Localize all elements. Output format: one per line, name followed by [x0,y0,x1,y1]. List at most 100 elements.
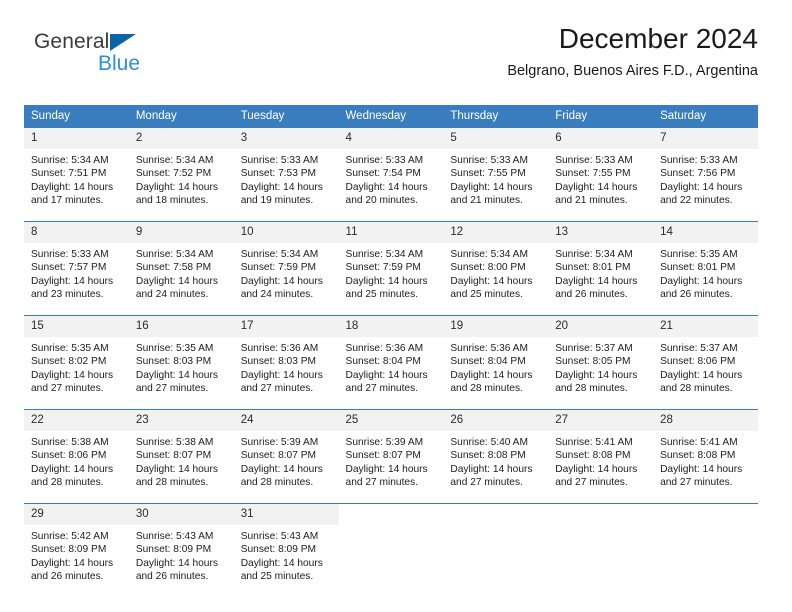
day-info: Sunrise: 5:36 AM Sunset: 8:04 PM Daylight:… [443,337,548,395]
calendar-day-cell[interactable]: 24 Sunrise: 5:39 AM Sunset: 8:07 PM Dayligh… [233,409,339,494]
calendar-day-cell[interactable]: 15 Sunrise: 5:35 AM Sunset: 8:02 PM Dayligh… [24,315,129,400]
calendar-day-cell[interactable]: 4 Sunrise: 5:33 AM Sunset: 7:54 PM Daylight… [338,127,444,212]
calendar-day-cell[interactable]: 12 Sunrise: 5:34 AM Sunset: 8:00 PM Dayligh… [443,221,549,306]
day-info [443,525,548,530]
daylight-text-line2: and 28 minutes. [240,476,314,488]
day-number: 12 [443,222,549,243]
daylight-text-line1: Daylight: 14 hours [240,181,323,193]
calendar-day-cell[interactable]: 9 Sunrise: 5:34 AM Sunset: 7:58 PM Daylight… [128,221,234,306]
calendar-day-cell[interactable]: 17 Sunrise: 5:36 AM Sunset: 8:03 PM Dayligh… [233,315,339,400]
day-number [653,504,758,525]
daylight-text-line1: Daylight: 14 hours [345,181,428,193]
calendar-day-cell[interactable]: 22 Sunrise: 5:38 AM Sunset: 8:06 PM Dayligh… [24,409,129,494]
day-cell-inner: 15 Sunrise: 5:35 AM Sunset: 8:02 PM Dayligh… [24,316,129,400]
day-info: Sunrise: 5:34 AM Sunset: 8:01 PM Daylight:… [548,243,653,301]
calendar-day-cell[interactable]: 3 Sunrise: 5:33 AM Sunset: 7:53 PM Daylight… [233,127,339,212]
sunset-text: Sunset: 8:08 PM [660,450,736,462]
calendar-day-cell[interactable]: 25 Sunrise: 5:39 AM Sunset: 8:07 PM Dayligh… [338,409,444,494]
sunset-text: Sunset: 7:55 PM [555,168,631,180]
daylight-text-line1: Daylight: 14 hours [31,557,114,569]
sunset-text: Sunset: 7:52 PM [135,168,212,180]
calendar-day-cell[interactable]: 31 Sunrise: 5:43 AM Sunset: 8:09 PM Dayligh… [233,503,339,588]
day-number: 21 [653,316,758,337]
daylight-text-line2: and 19 minutes. [240,194,314,206]
day-info: Sunrise: 5:35 AM Sunset: 8:03 PM Daylight:… [129,337,234,395]
calendar-day-cell[interactable]: 20 Sunrise: 5:37 AM Sunset: 8:05 PM Dayligh… [548,315,654,400]
day-cell-inner [548,504,654,588]
day-number: 19 [443,316,549,337]
calendar-body: 1 Sunrise: 5:34 AM Sunset: 7:51 PM Daylight… [24,127,758,588]
weekday-header-row: Sunday Monday Tuesday Wednesday Thursday… [24,105,758,128]
calendar-day-cell[interactable]: 19 Sunrise: 5:36 AM Sunset: 8:04 PM Dayligh… [443,315,549,400]
calendar-day-cell[interactable]: 16 Sunrise: 5:35 AM Sunset: 8:03 PM Dayligh… [128,315,234,400]
day-cell-inner: 14 Sunrise: 5:35 AM Sunset: 8:01 PM Dayligh… [653,222,758,306]
day-cell-inner: 1 Sunrise: 5:34 AM Sunset: 7:51 PM Daylight… [24,128,129,212]
day-number: 15 [24,316,129,337]
day-info: Sunrise: 5:35 AM Sunset: 8:02 PM Daylight:… [24,337,129,395]
sunrise-text: Sunrise: 5:43 AM [135,531,214,542]
sunrise-text: Sunrise: 5:38 AM [135,437,214,448]
daylight-text-line2: and 24 minutes. [240,288,314,300]
day-cell-inner: 20 Sunrise: 5:37 AM Sunset: 8:05 PM Dayligh… [548,316,654,400]
day-cell-inner: 30 Sunrise: 5:43 AM Sunset: 8:09 PM Dayligh… [128,504,234,588]
sunrise-text: Sunrise: 5:35 AM [31,343,109,354]
calendar-day-cell[interactable]: 7 Sunrise: 5:33 AM Sunset: 7:56 PM Daylight… [653,127,758,212]
daylight-text-line1: Daylight: 14 hours [135,181,218,193]
calendar-day-cell[interactable]: 18 Sunrise: 5:36 AM Sunset: 8:04 PM Dayligh… [338,315,444,400]
day-number: 23 [128,410,234,431]
daylight-text-line2: and 25 minutes. [450,288,523,300]
calendar-day-cell[interactable]: 27 Sunrise: 5:41 AM Sunset: 8:08 PM Dayligh… [548,409,654,494]
calendar-day-cell[interactable]: 30 Sunrise: 5:43 AM Sunset: 8:09 PM Dayligh… [128,503,234,588]
calendar-day-cell[interactable]: 10 Sunrise: 5:34 AM Sunset: 7:59 PM Dayligh… [233,221,339,306]
day-info: Sunrise: 5:40 AM Sunset: 8:08 PM Daylight:… [443,431,548,489]
calendar-day-cell[interactable]: 29 Sunrise: 5:42 AM Sunset: 8:09 PM Dayligh… [24,503,129,588]
calendar-day-cell[interactable]: 8 Sunrise: 5:33 AM Sunset: 7:57 PM Daylight… [24,221,129,306]
calendar-day-cell[interactable]: 1 Sunrise: 5:34 AM Sunset: 7:51 PM Daylight… [24,127,129,212]
calendar-day-cell[interactable]: 26 Sunrise: 5:40 AM Sunset: 8:08 PM Dayligh… [443,409,549,494]
calendar-day-cell[interactable]: 23 Sunrise: 5:38 AM Sunset: 8:07 PM Dayligh… [128,409,234,494]
calendar-day-cell[interactable]: 28 Sunrise: 5:41 AM Sunset: 8:08 PM Dayligh… [653,409,758,494]
daylight-text-line1: Daylight: 14 hours [240,369,323,381]
weekday-header-sunday: Sunday [24,105,129,128]
sunrise-text: Sunrise: 5:34 AM [345,249,424,260]
sunset-text: Sunset: 8:08 PM [450,450,526,462]
sunrise-text: Sunrise: 5:33 AM [31,249,109,260]
page-header: General Blue December 2024 Belgrano, Bue… [24,22,758,96]
day-info: Sunrise: 5:34 AM Sunset: 7:58 PM Daylight:… [129,243,234,301]
day-info: Sunrise: 5:43 AM Sunset: 8:09 PM Daylight:… [234,525,339,583]
day-info: Sunrise: 5:39 AM Sunset: 8:07 PM Daylight:… [339,431,444,489]
day-info: Sunrise: 5:38 AM Sunset: 8:07 PM Daylight:… [129,431,234,489]
daylight-text-line1: Daylight: 14 hours [450,369,533,381]
day-number: 29 [24,504,129,525]
sunset-text: Sunset: 8:06 PM [660,356,736,368]
day-cell-inner: 21 Sunrise: 5:37 AM Sunset: 8:06 PM Dayligh… [653,316,758,400]
daylight-text-line2: and 22 minutes. [660,194,733,206]
calendar-day-cell[interactable]: 13 Sunrise: 5:34 AM Sunset: 8:01 PM Dayligh… [548,221,654,306]
sunrise-text: Sunrise: 5:34 AM [555,249,633,260]
daylight-text-line1: Daylight: 14 hours [240,557,323,569]
daylight-text-line1: Daylight: 14 hours [135,463,218,475]
sunset-text: Sunset: 8:06 PM [31,450,107,462]
calendar-day-cell[interactable]: 11 Sunrise: 5:34 AM Sunset: 7:59 PM Dayligh… [338,221,444,306]
day-info: Sunrise: 5:33 AM Sunset: 7:57 PM Daylight:… [24,243,129,301]
day-info: Sunrise: 5:33 AM Sunset: 7:53 PM Daylight:… [234,149,339,207]
calendar-day-cell[interactable]: 14 Sunrise: 5:35 AM Sunset: 8:01 PM Dayligh… [653,221,758,306]
sunrise-text: Sunrise: 5:34 AM [31,155,109,166]
day-cell-inner: 22 Sunrise: 5:38 AM Sunset: 8:06 PM Dayligh… [24,410,129,494]
daylight-text-line2: and 27 minutes. [450,476,523,488]
calendar-day-cell[interactable]: 21 Sunrise: 5:37 AM Sunset: 8:06 PM Dayligh… [653,315,758,400]
calendar-day-cell[interactable]: 6 Sunrise: 5:33 AM Sunset: 7:55 PM Daylight… [548,127,654,212]
calendar-day-cell[interactable]: 2 Sunrise: 5:34 AM Sunset: 7:52 PM Daylight… [128,127,234,212]
location-subtitle: Belgrano, Buenos Aires F.D., Argentina [507,63,758,79]
general-blue-logo[interactable]: General Blue [34,30,214,86]
sunset-text: Sunset: 8:07 PM [345,450,421,462]
day-info: Sunrise: 5:33 AM Sunset: 7:56 PM Daylight:… [653,149,758,207]
sunrise-text: Sunrise: 5:41 AM [660,437,738,448]
sunset-text: Sunset: 7:57 PM [31,262,107,274]
day-number: 16 [128,316,234,337]
day-number: 24 [233,410,339,431]
sunset-text: Sunset: 8:01 PM [555,262,631,274]
logo-triangle-icon [110,34,136,51]
calendar-day-cell[interactable]: 5 Sunrise: 5:33 AM Sunset: 7:55 PM Daylight… [443,127,549,212]
day-number: 3 [233,128,339,149]
